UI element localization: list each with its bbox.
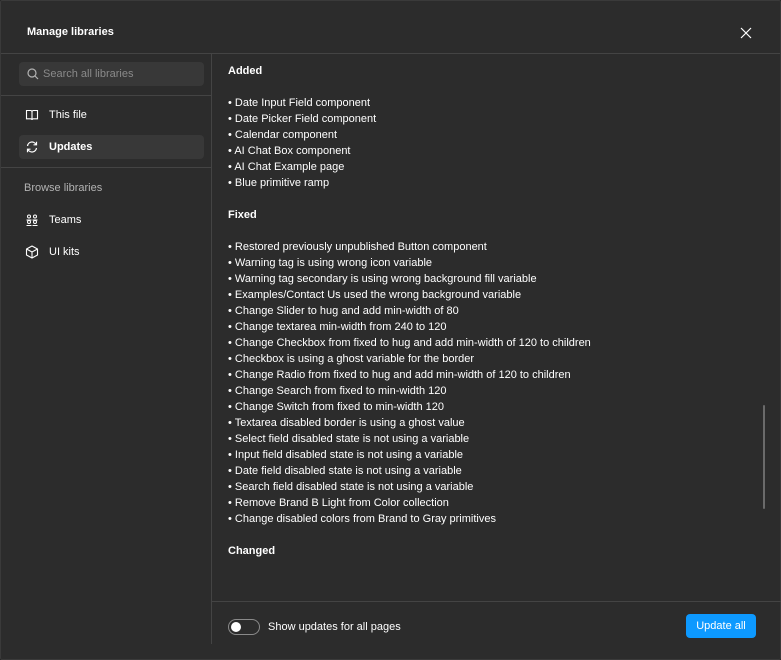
scrollbar[interactable] [763,405,765,509]
sidebar-item-teams[interactable]: Teams [19,208,204,232]
manage-libraries-dialog: Manage libraries This file [0,0,781,660]
teams-icon [25,213,39,227]
list-item: Change Radio from fixed to hug and add m… [228,367,591,383]
close-icon [740,27,752,39]
fixed-list: Restored previously unpublished Button c… [228,239,591,527]
section-heading-added: Added [228,65,263,77]
sidebar-divider [1,95,211,96]
list-item: Select field disabled state is not using… [228,431,591,447]
close-button[interactable] [739,26,753,40]
show-all-pages-toggle[interactable] [228,619,260,635]
toggle-label: Show updates for all pages [268,621,401,633]
list-item: Change Checkbox from fixed to hug and ad… [228,335,591,351]
refresh-icon [25,140,39,154]
list-item: Blue primitive ramp [228,175,376,191]
list-item: Calendar component [228,127,376,143]
sidebar-item-label: UI kits [49,246,80,258]
dialog-footer: Show updates for all pages Update all [212,601,781,643]
list-item: Change Slider to hug and add min-width o… [228,303,591,319]
added-list: Date Input Field component Date Picker F… [228,95,376,191]
list-item: AI Chat Example page [228,159,376,175]
sidebar-item-this-file[interactable]: This file [19,103,204,127]
list-item: Search field disabled state is not using… [228,479,591,495]
list-item: Change Switch from fixed to min-width 12… [228,399,591,415]
update-all-button[interactable]: Update all [686,614,756,638]
search-box[interactable] [19,62,204,86]
list-item: Date Picker Field component [228,111,376,127]
dialog-title: Manage libraries [27,26,114,38]
list-item: Remove Brand B Light from Color collecti… [228,495,591,511]
list-item: Checkbox is using a ghost variable for t… [228,351,591,367]
list-item: Change textarea min-width from 240 to 12… [228,319,591,335]
list-item: Date Input Field component [228,95,376,111]
cube-icon [25,245,39,259]
list-item: Warning tag is using wrong icon variable [228,255,591,271]
sidebar-item-label: Teams [49,214,82,226]
sidebar-item-label: Updates [49,141,93,153]
updates-content: Added Date Input Field component Date Pi… [212,54,781,601]
list-item: AI Chat Box component [228,143,376,159]
list-item: Change Search from fixed to min-width 12… [228,383,591,399]
search-icon [27,68,39,80]
sidebar-divider [1,167,211,168]
sidebar-item-label: This file [49,109,87,121]
list-item: Warning tag secondary is using wrong bac… [228,271,591,287]
sidebar-item-updates[interactable]: Updates [19,135,204,159]
dialog-header: Manage libraries [1,1,780,54]
section-heading-fixed: Fixed [228,209,257,221]
section-heading-changed: Changed [228,545,276,557]
list-item: Restored previously unpublished Button c… [228,239,591,255]
browse-libraries-label: Browse libraries [24,182,103,194]
sidebar: This file Updates Browse libraries [1,54,212,644]
list-item: Change disabled colors from Brand to Gra… [228,511,591,527]
list-item: Input field disabled state is not using … [228,447,591,463]
sidebar-item-ui-kits[interactable]: UI kits [19,240,204,264]
book-icon [25,108,39,122]
list-item: Examples/Contact Us used the wrong backg… [228,287,591,303]
list-item: Date field disabled state is not using a… [228,463,591,479]
list-item: Textarea disabled border is using a ghos… [228,415,591,431]
toggle-knob [231,622,241,632]
search-input[interactable] [43,62,198,86]
